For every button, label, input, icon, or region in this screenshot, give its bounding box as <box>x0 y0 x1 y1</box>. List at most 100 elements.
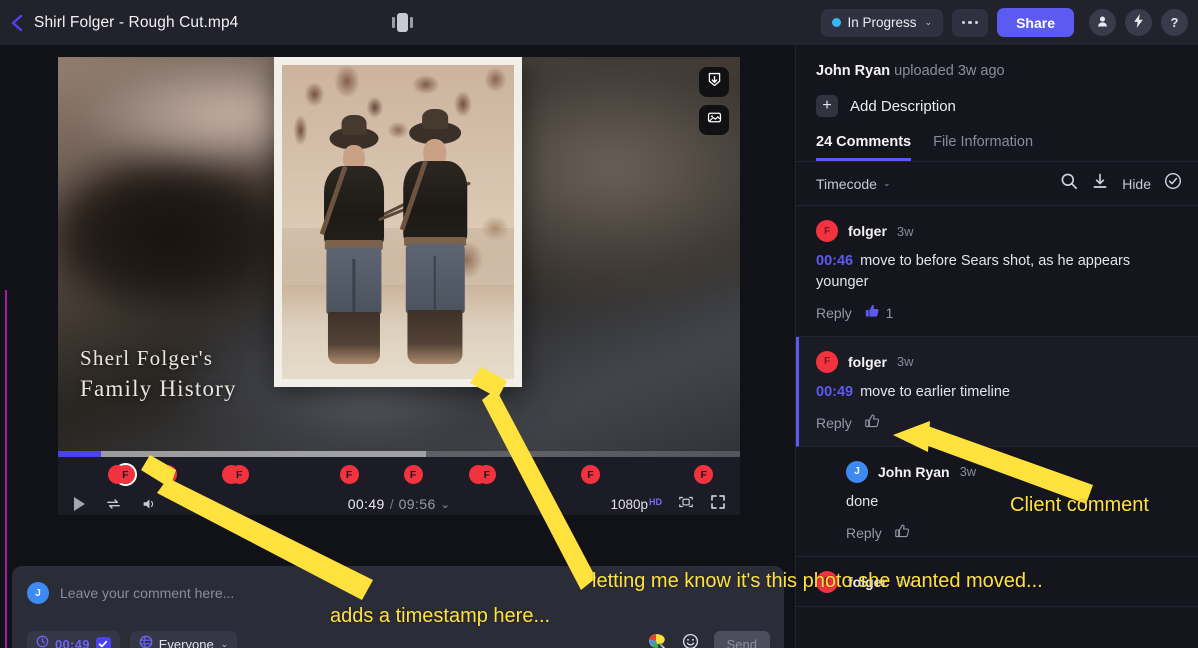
tab-file-information[interactable]: File Information <box>933 134 1033 161</box>
comments-sidebar: John Ryan uploaded 3w ago + Add Descript… <box>795 45 1198 648</box>
comment-text: move to earlier timeline <box>860 383 1010 400</box>
search-button[interactable] <box>1060 172 1078 195</box>
composer-input-row: J Leave your comment here... <box>12 566 784 604</box>
timestamp-checkbox[interactable] <box>95 636 111 648</box>
check-circle-icon <box>1164 172 1182 195</box>
back-button[interactable] <box>0 0 34 45</box>
send-button-label: Send <box>726 636 757 648</box>
account-button[interactable] <box>1089 9 1116 36</box>
scrubber-marker[interactable]: F <box>403 465 423 484</box>
volume-button[interactable] <box>141 496 157 512</box>
emoji-button[interactable] <box>682 633 699 648</box>
download-asset-button[interactable] <box>699 67 729 97</box>
status-label: In Progress <box>847 15 917 30</box>
scrubber-marker[interactable]: F <box>469 465 497 484</box>
loop-button[interactable] <box>105 496 122 512</box>
filter-bar-actions: Hide <box>1060 172 1182 195</box>
scrubber-marker[interactable]: F <box>221 465 249 484</box>
scrubber-marker[interactable]: F <box>580 465 600 484</box>
like-count: 1 <box>885 305 894 321</box>
chevron-down-icon: ⌄ <box>882 178 891 188</box>
draw-palette-button[interactable] <box>648 633 667 648</box>
comment-timestamp-link[interactable]: 00:49 <box>816 384 853 400</box>
video-stage[interactable]: Sherl Folger's Family History <box>58 57 740 457</box>
draw-palette-icon <box>648 633 667 648</box>
globe-icon <box>139 635 153 648</box>
chevron-left-icon <box>10 13 24 33</box>
chevron-down-icon: ⌄ <box>924 17 933 27</box>
video-title-overlay: Sherl Folger's Family History <box>80 344 237 405</box>
topbar-icon-group: ? <box>1089 9 1188 36</box>
total-time: 09:56 <box>398 496 436 512</box>
image-frame-icon <box>706 109 723 131</box>
thumbs-up-filled-icon <box>865 304 880 323</box>
download-icon <box>1091 172 1109 195</box>
comment-time: 3w <box>896 354 914 370</box>
status-dot-icon <box>831 18 841 27</box>
like-button[interactable]: 1 <box>865 304 894 323</box>
comment-author: folger <box>848 223 887 239</box>
comment-text: done <box>846 493 879 510</box>
composer-toolbar: 00:49 Everyone ⌄ Send <box>27 631 770 648</box>
comment-text: move to before Sears shot, as he appears… <box>816 253 1131 290</box>
video-overlay-tools <box>699 67 729 135</box>
send-button[interactable]: Send <box>713 631 770 648</box>
hide-toggle-label[interactable]: Hide <box>1122 176 1151 192</box>
like-button[interactable] <box>865 414 886 433</box>
composer-actions: Send <box>648 631 770 648</box>
help-button[interactable]: ? <box>1161 9 1188 36</box>
thumbnail-view-button[interactable] <box>699 105 729 135</box>
like-button[interactable] <box>895 523 910 543</box>
file-title: Shirl Folger - Rough Cut.mp4 <box>34 13 239 31</box>
audience-label: Everyone <box>158 636 214 648</box>
hd-badge: HD <box>649 496 662 507</box>
comment-author: folger <box>848 573 887 590</box>
reply-button[interactable]: Reply <box>816 305 852 321</box>
share-button[interactable]: Share <box>997 8 1074 37</box>
comments-filter-bar: Timecode ⌄ Hide <box>796 162 1198 206</box>
player-controls-left <box>72 496 157 512</box>
player-controls: 00:49 / 09:56 ⌄ 1080p HD <box>58 493 740 515</box>
tab-comments[interactable]: 24 Comments <box>816 134 912 161</box>
scrubber-marker[interactable]: F <box>339 465 359 484</box>
scrubber-marker[interactable]: F <box>158 465 178 484</box>
download-comments-button[interactable] <box>1091 172 1109 195</box>
status-dropdown[interactable]: In Progress ⌄ <box>820 8 944 37</box>
video-title-line-2: Family History <box>80 376 237 402</box>
hide-toggle-check[interactable] <box>1164 172 1182 195</box>
question-mark-icon: ? <box>1170 15 1179 30</box>
activity-button[interactable] <box>1125 9 1152 36</box>
scrubber-marker[interactable]: F <box>107 463 137 486</box>
view-toggle-button[interactable] <box>388 11 416 33</box>
photo-figure-left <box>314 115 422 367</box>
comment-actions: Reply <box>846 523 1178 543</box>
comment-body: done <box>846 492 1178 513</box>
more-options-button[interactable] <box>952 8 989 37</box>
comment-body: 00:49 move to earlier timeline <box>816 382 1178 403</box>
photo-figure-right <box>377 108 477 367</box>
comment-item[interactable]: J John Ryan 3w done Reply <box>796 447 1198 557</box>
clock-icon <box>36 635 49 648</box>
avatar: J <box>846 460 868 483</box>
lightning-bolt-icon <box>1132 14 1145 31</box>
fullscreen-button[interactable] <box>710 494 726 515</box>
comment-actions: Reply 1 <box>816 304 1178 323</box>
comment-item[interactable]: F folger 3w 00:49 move to earlier timelin… <box>796 336 1198 447</box>
comment-body: 00:46 move to before Sears shot, as he ap… <box>816 251 1178 293</box>
comment-item[interactable]: F folger 3w <box>796 557 1198 607</box>
comment-timestamp-link[interactable]: 00:46 <box>816 253 853 269</box>
timestamp-toggle[interactable]: 00:49 <box>27 631 120 648</box>
scrubber-marker[interactable]: F <box>694 465 714 484</box>
resolution-selector[interactable]: 1080p HD <box>610 497 662 512</box>
timecode-filter[interactable]: Timecode <box>816 176 877 192</box>
play-button[interactable] <box>72 496 86 512</box>
reply-button[interactable]: Reply <box>846 525 882 541</box>
time-chevron-down-icon: ⌄ <box>440 498 451 511</box>
picture-in-picture-button[interactable] <box>678 495 694 514</box>
add-description-button[interactable]: + Add Description <box>796 79 1198 117</box>
avatar: F <box>816 350 838 373</box>
reply-button[interactable]: Reply <box>816 415 852 431</box>
audience-selector[interactable]: Everyone ⌄ <box>129 631 238 648</box>
comment-input[interactable]: Leave your comment here... <box>60 585 234 601</box>
comment-item[interactable]: F folger 3w 00:46 move to before Sears sh… <box>796 206 1198 337</box>
